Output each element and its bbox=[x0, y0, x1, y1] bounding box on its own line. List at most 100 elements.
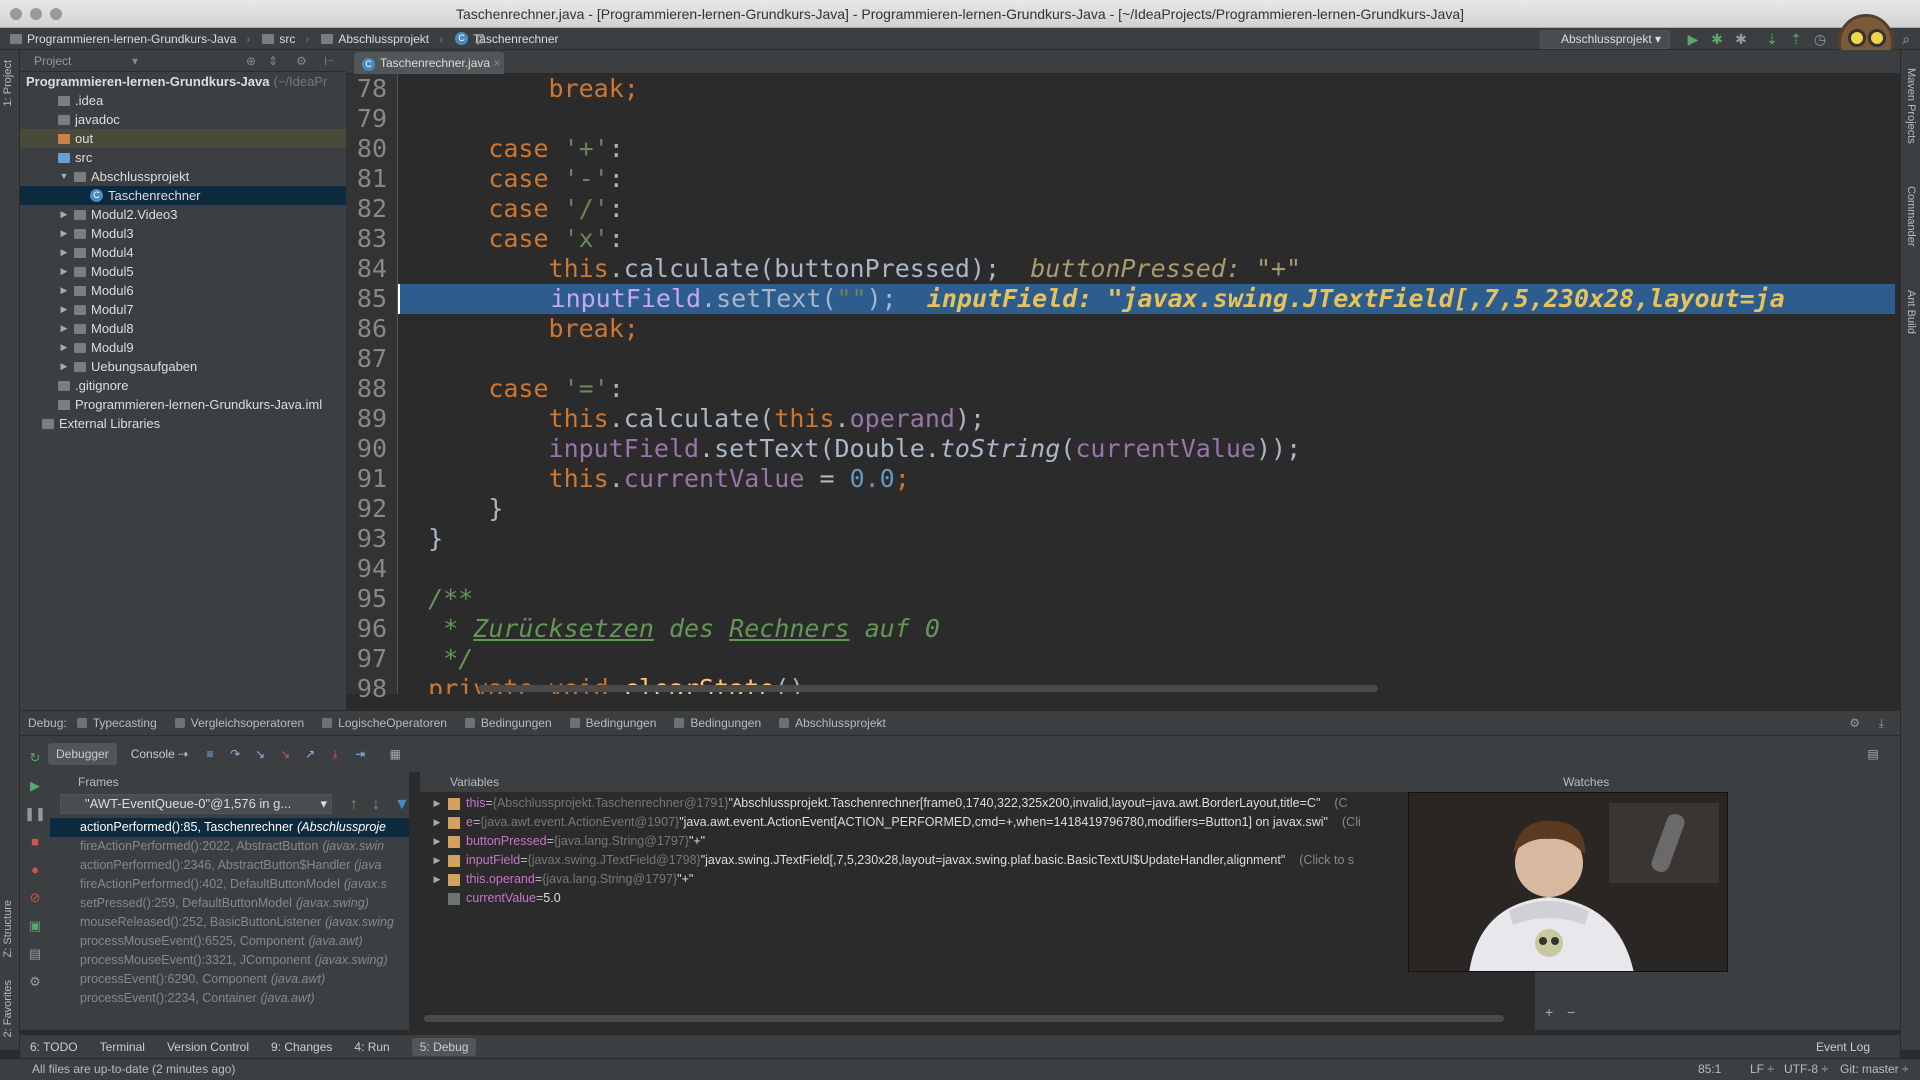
step-out-icon[interactable]: ↗ bbox=[302, 746, 318, 762]
variable-row[interactable]: ▶ buttonPressed = {java.lang.String@1797}… bbox=[420, 832, 1535, 851]
build-icon[interactable]: ⇵ bbox=[472, 31, 488, 47]
line-number[interactable]: 90 bbox=[346, 434, 397, 464]
expand-arrow-icon[interactable]: ▶ bbox=[58, 319, 70, 338]
project-tool-button[interactable]: 1: Project bbox=[2, 60, 14, 106]
tree-item[interactable]: External Libraries bbox=[20, 414, 346, 433]
line-number[interactable]: 87 bbox=[346, 344, 397, 374]
favorites-tool-button[interactable]: 2: Favorites bbox=[2, 980, 14, 1037]
tree-item[interactable]: src bbox=[20, 148, 346, 167]
stack-frame[interactable]: mouseReleased():252, BasicButtonListener… bbox=[50, 913, 409, 932]
debug-session-tab[interactable]: Bedingungen bbox=[569, 716, 656, 730]
tree-item[interactable]: .gitignore bbox=[20, 376, 346, 395]
line-number[interactable]: 85 bbox=[346, 284, 397, 314]
caret-position[interactable]: 85:1 bbox=[1698, 1059, 1721, 1080]
expand-arrow-icon[interactable]: ▶ bbox=[430, 813, 444, 832]
line-number[interactable]: 81 bbox=[346, 164, 397, 194]
tree-item[interactable]: ▶ Modul8 bbox=[20, 319, 346, 338]
tree-item[interactable]: ▼ Abschlussprojekt bbox=[20, 167, 346, 186]
breadcrumb-project[interactable]: Programmieren-lernen-Grundkurs-Java › bbox=[10, 32, 250, 46]
line-number[interactable]: 96 bbox=[346, 614, 397, 644]
line-number[interactable]: 92 bbox=[346, 494, 397, 524]
add-watch-icon[interactable]: + bbox=[1545, 1004, 1553, 1020]
search-icon[interactable]: ⌕ bbox=[1898, 31, 1914, 47]
resume-icon[interactable]: ▶ bbox=[20, 772, 50, 800]
minimize-window-button[interactable] bbox=[30, 8, 42, 20]
expand-arrow-icon[interactable]: ▶ bbox=[58, 224, 70, 243]
frame-up-icon[interactable]: ↑ bbox=[350, 796, 358, 814]
stack-frame[interactable]: setPressed():259, DefaultButtonModel (jav… bbox=[50, 894, 409, 913]
thread-dump-icon[interactable]: ▣ bbox=[20, 912, 50, 940]
breadcrumb-package[interactable]: Abschlussprojekt › bbox=[321, 32, 443, 46]
variable-row[interactable]: ▶ this = {Abschlussprojekt.Taschenrechner… bbox=[420, 794, 1535, 813]
line-number[interactable]: 82 bbox=[346, 194, 397, 224]
debug-session-tab[interactable]: Vergleichsoperatoren bbox=[174, 716, 304, 730]
debugger-tab[interactable]: Debugger bbox=[48, 743, 117, 765]
collapse-icon[interactable]: ⇕ bbox=[268, 50, 278, 72]
console-tab[interactable]: Console ⇢ bbox=[123, 743, 196, 765]
expand-arrow-icon[interactable]: ▶ bbox=[58, 262, 70, 281]
layout-icon[interactable]: ▤ bbox=[20, 940, 50, 968]
tree-item[interactable]: ▶ Modul2.Video3 bbox=[20, 205, 346, 224]
tree-item[interactable]: out bbox=[20, 129, 346, 148]
debug-session-tab[interactable]: Bedingungen bbox=[674, 716, 761, 730]
remove-watch-icon[interactable]: − bbox=[1567, 1004, 1575, 1020]
editor-tab[interactable]: C Taschenrechner.java × bbox=[354, 52, 504, 74]
hide-icon[interactable]: ⊢ bbox=[324, 50, 334, 72]
filter-icon[interactable]: ▼ bbox=[394, 796, 410, 814]
line-number[interactable]: 91 bbox=[346, 464, 397, 494]
bottom-tool-tab[interactable]: Terminal bbox=[100, 1038, 145, 1056]
line-number[interactable]: 95 bbox=[346, 584, 397, 614]
evaluate-expression-icon[interactable]: ▦ bbox=[387, 746, 403, 762]
expand-arrow-icon[interactable]: ▶ bbox=[430, 832, 444, 851]
stack-frame[interactable]: fireActionPerformed():402, DefaultButton… bbox=[50, 875, 409, 894]
stack-frame[interactable]: fireActionPerformed():2022, AbstractButt… bbox=[50, 837, 409, 856]
breadcrumb-class[interactable]: C Taschenrechner bbox=[455, 32, 559, 46]
run-to-cursor-icon[interactable]: ⇥ bbox=[352, 746, 368, 762]
line-number[interactable]: 86 bbox=[346, 314, 397, 344]
expand-arrow-icon[interactable]: ▼ bbox=[58, 167, 70, 186]
line-number[interactable]: 78 bbox=[346, 74, 397, 104]
expand-arrow-icon[interactable]: ▶ bbox=[430, 851, 444, 870]
breadcrumb-src[interactable]: src › bbox=[262, 32, 309, 46]
close-tab-icon[interactable]: × bbox=[493, 56, 500, 70]
variable-row[interactable]: ▶ this.operand = {java.lang.String@1797} … bbox=[420, 870, 1535, 889]
coverage-icon[interactable]: ✱ bbox=[1733, 31, 1749, 47]
variable-row[interactable]: ▶ e = {java.awt.event.ActionEvent@1907} "… bbox=[420, 813, 1535, 832]
gear-icon[interactable]: ⚙ bbox=[296, 50, 307, 72]
stack-frame[interactable]: processEvent():6290, Component (java.awt) bbox=[50, 970, 409, 989]
zoom-window-button[interactable] bbox=[50, 8, 62, 20]
debug-session-tab[interactable]: Bedingungen bbox=[464, 716, 552, 730]
expand-arrow-icon[interactable]: ▶ bbox=[430, 870, 444, 889]
debug-session-tab[interactable]: LogischeOperatoren bbox=[322, 716, 447, 730]
line-number[interactable]: 97 bbox=[346, 644, 397, 674]
stop-icon[interactable]: ■ bbox=[20, 828, 50, 856]
vcs-commit-icon[interactable]: ⇡ bbox=[1788, 31, 1804, 47]
tree-item[interactable]: Programmieren-lernen-Grundkurs-Java.iml bbox=[20, 395, 346, 414]
structure-tool-button[interactable]: Z: Structure bbox=[2, 900, 14, 957]
show-execution-point-icon[interactable]: ≡ bbox=[202, 746, 218, 762]
file-encoding[interactable]: UTF-8 ÷ bbox=[1784, 1059, 1828, 1080]
expand-arrow-icon[interactable]: ▶ bbox=[430, 794, 444, 813]
maven-tool-button[interactable]: Maven Projects bbox=[1905, 68, 1917, 144]
expand-arrow-icon[interactable]: ▶ bbox=[58, 243, 70, 262]
git-branch[interactable]: Git: master ÷ bbox=[1840, 1059, 1909, 1080]
step-over-icon[interactable]: ↷ bbox=[227, 746, 243, 762]
sync-icon[interactable]: ⊕ bbox=[246, 50, 256, 72]
tree-item[interactable]: ▶ Modul6 bbox=[20, 281, 346, 300]
view-breakpoints-icon[interactable]: ● bbox=[20, 856, 50, 884]
tree-item[interactable]: ▶ Uebungsaufgaben bbox=[20, 357, 346, 376]
expand-arrow-icon[interactable]: ▶ bbox=[58, 281, 70, 300]
tree-item[interactable]: C Taschenrechner bbox=[20, 186, 346, 205]
line-number[interactable]: 89 bbox=[346, 404, 397, 434]
expand-arrow-icon[interactable]: ▶ bbox=[58, 300, 70, 319]
variable-row[interactable]: ▶ inputField = {javax.swing.JTextField@17… bbox=[420, 851, 1535, 870]
debug-session-tab[interactable]: Abschlussprojekt bbox=[779, 716, 886, 730]
bottom-tool-tab[interactable]: Version Control bbox=[167, 1038, 249, 1056]
line-number[interactable]: 94 bbox=[346, 554, 397, 584]
tree-item[interactable]: ▶ Modul4 bbox=[20, 243, 346, 262]
tree-item[interactable]: ▶ Modul5 bbox=[20, 262, 346, 281]
settings-icon[interactable]: ⚙ bbox=[20, 968, 50, 996]
bottom-tool-tab[interactable]: 4: Run bbox=[354, 1038, 389, 1056]
line-number[interactable]: 83 bbox=[346, 224, 397, 254]
line-number[interactable]: 93 bbox=[346, 524, 397, 554]
